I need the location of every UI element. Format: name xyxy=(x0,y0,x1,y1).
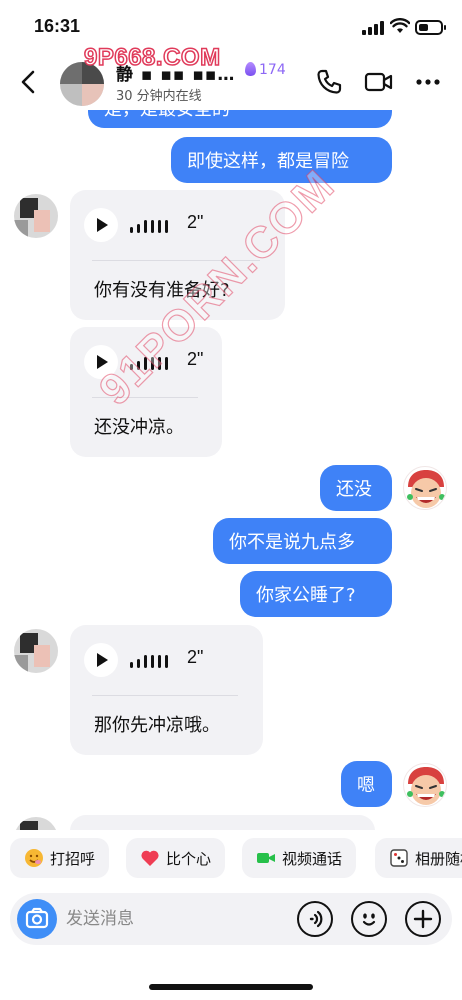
voice-duration: 2" xyxy=(187,212,204,232)
my-avatar[interactable] xyxy=(403,763,447,807)
message-bubble-sent[interactable]: 还没 xyxy=(320,465,392,511)
intimacy-score-value: 174 xyxy=(259,62,286,78)
quick-actions-bar[interactable]: 打招呼 比个心 视频通话 相册随机 xyxy=(0,838,462,882)
voice-waveform-icon xyxy=(130,217,174,233)
smile-emoji-icon xyxy=(24,848,44,868)
plus-icon xyxy=(413,909,433,929)
message-text: 还没 xyxy=(336,479,372,500)
heart-icon xyxy=(140,848,160,868)
chat-header: 静 ▪ ▪▪ ▪▪… 174 30 分钟内在线 xyxy=(0,54,462,110)
cartoon-face-icon xyxy=(407,767,445,805)
message-text: 嗯 xyxy=(357,775,375,796)
video-call-icon[interactable] xyxy=(364,68,394,96)
voice-message[interactable]: 2" 那你先冲凉哦。 xyxy=(70,625,263,755)
video-call-icon xyxy=(256,848,276,868)
battery-icon xyxy=(415,20,446,35)
voice-transcript: 那你先冲凉哦。 xyxy=(94,715,220,736)
voice-duration: 2" xyxy=(187,647,204,667)
flame-icon xyxy=(245,62,256,76)
message-text: 你不是说九点多 xyxy=(229,532,355,553)
voice-message[interactable] xyxy=(70,815,375,830)
message-text: 是，是最安全的 xyxy=(104,110,230,121)
intimacy-score: 174 xyxy=(245,62,286,78)
message-bubble-sent[interactable]: 是，是最安全的 xyxy=(88,110,392,128)
voice-wave-icon xyxy=(309,910,323,928)
sender-avatar[interactable] xyxy=(14,817,58,830)
sender-avatar[interactable] xyxy=(14,194,58,238)
play-icon[interactable] xyxy=(84,643,118,677)
status-time: 16:31 xyxy=(34,16,81,36)
message-text: 你家公睡了? xyxy=(256,585,356,606)
message-bubble-sent[interactable]: 你不是说九点多 xyxy=(213,518,392,564)
phone-call-icon[interactable] xyxy=(315,68,343,96)
cellular-signal-icon xyxy=(362,21,384,35)
quick-action-label: 打招呼 xyxy=(50,849,96,868)
status-bar: 16:31 xyxy=(0,0,462,54)
message-text: 即使这样，都是冒险 xyxy=(187,151,349,172)
camera-button[interactable] xyxy=(17,899,57,939)
quick-action-label: 比个心 xyxy=(166,849,212,868)
camera-icon xyxy=(25,907,49,929)
voice-divider xyxy=(92,695,238,696)
dice-icon xyxy=(389,848,409,868)
message-list[interactable]: 是，是最安全的 即使这样，都是冒险 2" 你有没有准备好? 2" 还没冲凉。 还… xyxy=(0,110,462,830)
quick-action-album[interactable]: 相册随机 xyxy=(375,838,462,878)
home-indicator[interactable] xyxy=(149,984,313,990)
quick-action-greet[interactable]: 打招呼 xyxy=(10,838,110,878)
message-bubble-sent[interactable]: 你家公睡了? xyxy=(240,571,392,617)
voice-duration: 2" xyxy=(187,349,204,369)
quick-action-label: 视频通话 xyxy=(282,849,343,868)
back-arrow-icon[interactable] xyxy=(16,68,42,96)
emoji-button[interactable] xyxy=(351,901,387,937)
message-bubble-sent[interactable]: 即使这样，都是冒险 xyxy=(171,137,392,183)
wifi-icon xyxy=(390,18,410,33)
voice-input-button[interactable] xyxy=(297,901,333,937)
more-options-icon[interactable] xyxy=(414,68,442,96)
play-icon[interactable] xyxy=(84,208,118,242)
my-avatar[interactable] xyxy=(403,466,447,510)
sender-avatar[interactable] xyxy=(14,629,58,673)
emoji-icon xyxy=(362,913,376,926)
more-actions-button[interactable] xyxy=(405,901,441,937)
cartoon-face-icon xyxy=(407,470,445,508)
voice-transcript: 还没冲凉。 xyxy=(94,417,184,438)
site-watermark: 9P668.COM xyxy=(83,43,221,72)
quick-action-heart[interactable]: 比个心 xyxy=(126,838,226,878)
online-status: 30 分钟内在线 xyxy=(116,89,202,104)
quick-action-label: 相册随机 xyxy=(415,849,462,868)
message-bubble-sent[interactable]: 嗯 xyxy=(341,761,392,807)
voice-waveform-icon xyxy=(130,652,174,668)
quick-action-video[interactable]: 视频通话 xyxy=(242,838,357,878)
message-input[interactable] xyxy=(66,905,266,933)
message-composer xyxy=(10,893,452,945)
